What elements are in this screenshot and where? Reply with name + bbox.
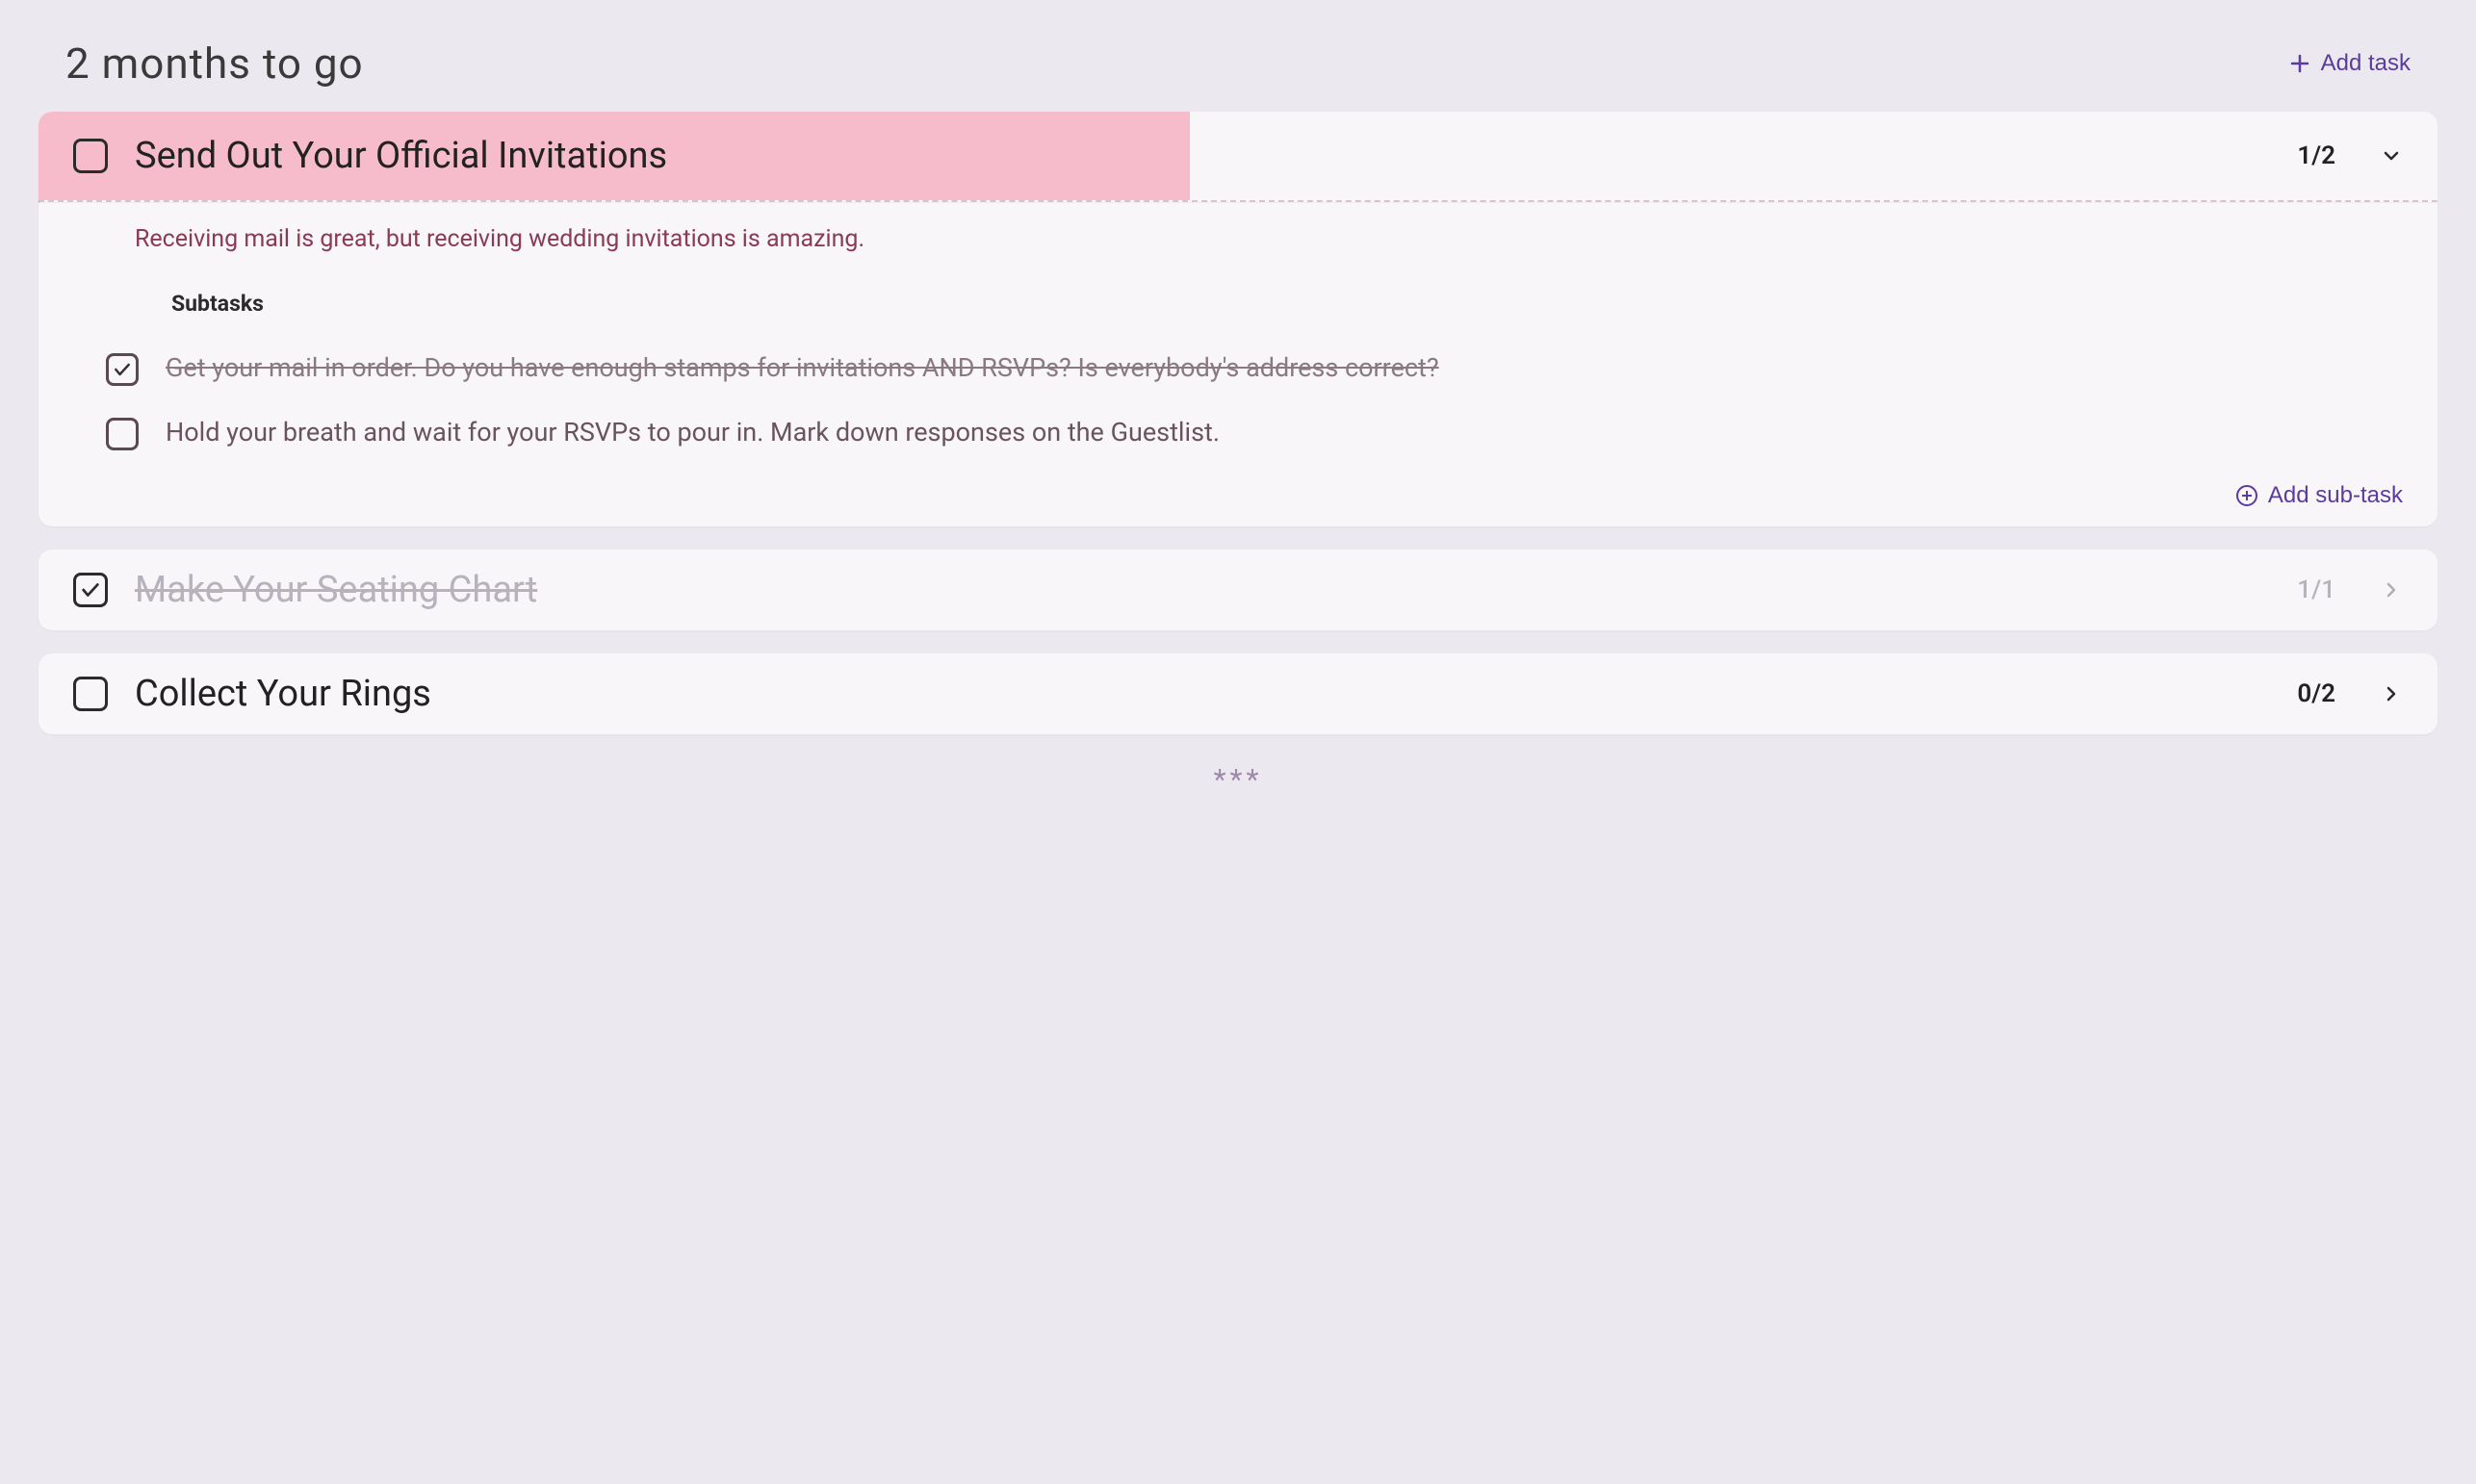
task-title: Send Out Your Official Invitations [135, 135, 2270, 177]
task-card: Make Your Seating Chart 1/1 [39, 550, 2437, 630]
add-subtask-row: Add sub-task [135, 465, 2403, 509]
plus-circle-icon [2235, 484, 2258, 507]
subtask-checkbox[interactable] [106, 418, 139, 450]
subtask-text: Get your mail in order. Do you have enou… [166, 349, 2403, 387]
plus-icon [2288, 52, 2311, 75]
task-checkbox[interactable] [73, 573, 108, 607]
task-header[interactable]: Collect Your Rings 0/2 [39, 653, 2437, 734]
subtask-row: Get your mail in order. Do you have enou… [106, 336, 2403, 400]
section-header: 2 months to go Add task [39, 38, 2437, 112]
add-task-button[interactable]: Add task [2288, 50, 2411, 77]
task-body: Receiving mail is great, but receiving w… [39, 203, 2437, 526]
subtask-row: Hold your breath and wait for your RSVPs… [106, 400, 2403, 465]
task-count: 1/1 [2297, 576, 2335, 604]
task-checkbox[interactable] [73, 677, 108, 711]
chevron-down-icon[interactable] [2380, 144, 2403, 167]
chevron-right-icon[interactable] [2380, 682, 2403, 705]
add-subtask-button[interactable]: Add sub-task [2235, 482, 2403, 509]
subtask-text: Hold your breath and wait for your RSVPs… [166, 414, 2403, 451]
task-header[interactable]: Send Out Your Official Invitations 1/2 [39, 112, 2437, 200]
task-description: Receiving mail is great, but receiving w… [135, 222, 2403, 256]
add-subtask-label: Add sub-task [2268, 482, 2403, 509]
task-header[interactable]: Make Your Seating Chart 1/1 [39, 550, 2437, 630]
section-divider: *** [39, 757, 2437, 797]
section-title: 2 months to go [65, 38, 364, 89]
task-title: Collect Your Rings [135, 673, 2270, 715]
chevron-right-icon[interactable] [2380, 578, 2403, 601]
task-card: Send Out Your Official Invitations 1/2 R… [39, 112, 2437, 526]
task-title: Make Your Seating Chart [135, 569, 2270, 611]
subtask-checkbox[interactable] [106, 353, 139, 386]
task-count: 0/2 [2297, 679, 2335, 708]
task-card: Collect Your Rings 0/2 [39, 653, 2437, 734]
task-checkbox[interactable] [73, 139, 108, 173]
add-task-label: Add task [2321, 50, 2411, 77]
subtasks-heading: Subtasks [171, 291, 2403, 317]
task-count: 1/2 [2297, 141, 2335, 170]
